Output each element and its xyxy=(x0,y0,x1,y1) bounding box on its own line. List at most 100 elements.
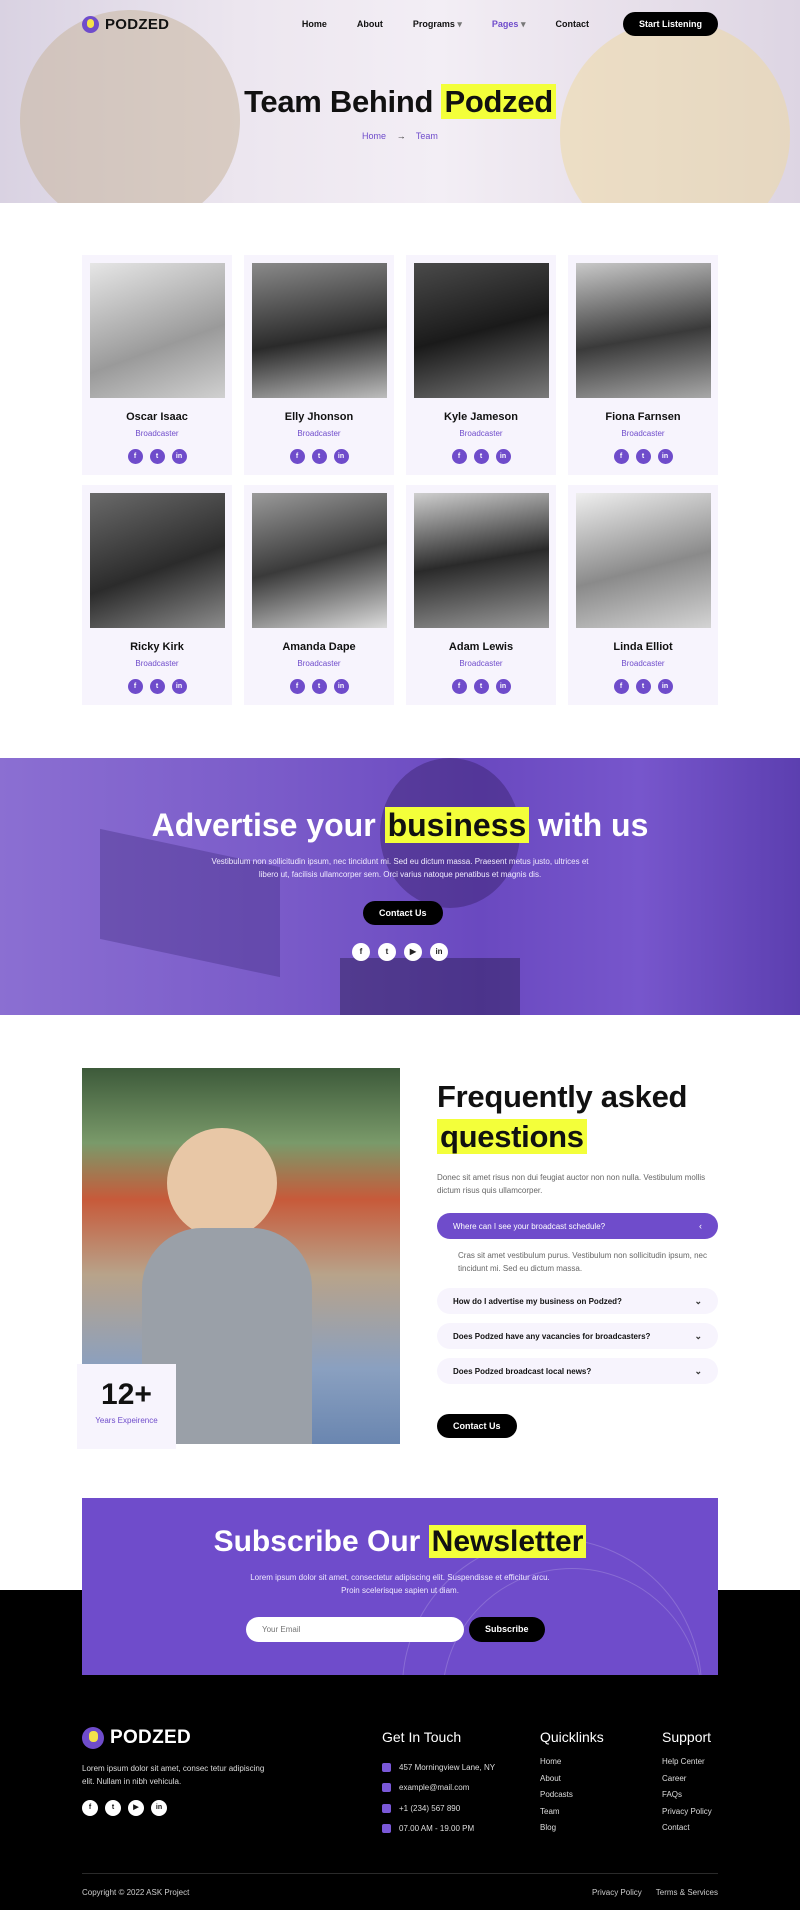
facebook-icon[interactable]: f xyxy=(82,1800,98,1816)
footer-link-about[interactable]: About xyxy=(540,1774,604,1791)
nav-pages[interactable]: Pages xyxy=(492,19,526,30)
faq-contact-button[interactable]: Contact Us xyxy=(437,1414,517,1438)
facebook-icon[interactable]: f xyxy=(352,943,370,961)
member-name: Oscar Isaac xyxy=(126,411,188,423)
linkedin-icon[interactable]: in xyxy=(495,679,511,694)
twitter-icon[interactable]: t xyxy=(378,943,396,961)
member-socials: f t in xyxy=(244,679,394,694)
email-item[interactable]: example@mail.com xyxy=(382,1778,495,1799)
phone-icon xyxy=(382,1803,391,1813)
page-title-highlight: Podzed xyxy=(441,84,556,119)
faq-item[interactable]: How do I advertise my business on Podzed… xyxy=(437,1288,718,1314)
linkedin-icon[interactable]: in xyxy=(333,679,349,694)
experience-number: 12+ xyxy=(101,1378,152,1411)
linkedin-icon[interactable]: in xyxy=(171,449,187,464)
twitter-icon[interactable]: t xyxy=(149,449,165,464)
breadcrumb-home[interactable]: Home xyxy=(362,131,386,141)
member-photo xyxy=(414,493,549,628)
faq-title: Frequently asked questions xyxy=(437,1077,718,1157)
nav-about[interactable]: About xyxy=(357,19,383,30)
start-listening-button[interactable]: Start Listening xyxy=(622,12,718,36)
linkedin-icon[interactable]: in xyxy=(171,679,187,694)
team-card: Kyle Jameson Broadcaster f t in xyxy=(406,255,556,475)
newsletter-title: Subscribe Our Newsletter xyxy=(82,1525,718,1559)
contact-us-button[interactable]: Contact Us xyxy=(363,901,443,925)
faq-question: How do I advertise my business on Podzed… xyxy=(453,1296,622,1306)
logo[interactable]: PODZED xyxy=(82,15,169,33)
subscribe-button[interactable]: Subscribe xyxy=(469,1617,545,1642)
linkedin-icon[interactable]: in xyxy=(495,449,511,464)
chevron-left-icon: ‹ xyxy=(699,1221,702,1231)
footer-logo[interactable]: PODZED xyxy=(82,1727,191,1749)
faq-item-open[interactable]: Where can I see your broadcast schedule?… xyxy=(437,1213,718,1239)
privacy-policy-link[interactable]: Privacy Policy xyxy=(592,1888,642,1897)
footer-support-title: Support xyxy=(662,1729,712,1745)
footer-link-contact[interactable]: Contact xyxy=(662,1823,712,1840)
footer-link-podcasts[interactable]: Podcasts xyxy=(540,1790,604,1807)
chevron-down-icon: ⌄ xyxy=(694,1295,702,1306)
team-card: Ricky Kirk Broadcaster f t in xyxy=(82,485,232,705)
facebook-icon[interactable]: f xyxy=(289,449,305,464)
footer-link-help-center[interactable]: Help Center xyxy=(662,1757,712,1774)
twitter-icon[interactable]: t xyxy=(473,679,489,694)
arrow-right-icon: → xyxy=(396,131,406,141)
clock-icon xyxy=(382,1824,391,1834)
footer-quicklinks-title: Quicklinks xyxy=(540,1729,604,1745)
twitter-icon[interactable]: t xyxy=(635,679,651,694)
facebook-icon[interactable]: f xyxy=(451,449,467,464)
nav-programs[interactable]: Programs xyxy=(413,19,462,30)
member-photo xyxy=(90,263,225,398)
member-socials: f t in xyxy=(82,449,232,464)
footer-link-blog[interactable]: Blog xyxy=(540,1823,604,1840)
email-text: example@mail.com xyxy=(399,1783,470,1793)
member-name: Linda Elliot xyxy=(613,641,673,653)
twitter-icon[interactable]: t xyxy=(311,449,327,464)
terms-link[interactable]: Terms & Services xyxy=(656,1888,718,1897)
member-role: Broadcaster xyxy=(621,659,665,668)
faq-item[interactable]: Does Podzed have any vacancies for broad… xyxy=(437,1323,718,1349)
member-name: Elly Jhonson xyxy=(284,411,354,423)
email-input[interactable] xyxy=(246,1617,464,1642)
breadcrumb-current: Team xyxy=(415,131,438,141)
chevron-down-icon: ⌄ xyxy=(694,1330,702,1341)
linkedin-icon[interactable]: in xyxy=(430,943,448,961)
member-role: Broadcaster xyxy=(135,429,179,438)
member-socials: f t in xyxy=(82,679,232,694)
advertise-title-highlight: business xyxy=(384,807,530,843)
twitter-icon[interactable]: t xyxy=(311,679,327,694)
faq-lead: Donec sit amet risus non dui feugiat auc… xyxy=(437,1173,706,1195)
nav-contact[interactable]: Contact xyxy=(555,19,589,30)
footer-link-privacy[interactable]: Privacy Policy xyxy=(662,1807,712,1824)
faq-item[interactable]: Does Podzed broadcast local news? ⌄ xyxy=(437,1358,718,1384)
twitter-icon[interactable]: t xyxy=(473,449,489,464)
twitter-icon[interactable]: t xyxy=(635,449,651,464)
footer-link-team[interactable]: Team xyxy=(540,1807,604,1824)
team-card: Elly Jhonson Broadcaster f t in xyxy=(244,255,394,475)
advertise-title: Advertise your business with us xyxy=(0,807,800,844)
facebook-icon[interactable]: f xyxy=(451,679,467,694)
newsletter-title-pre: Subscribe Our xyxy=(213,1525,421,1558)
youtube-icon[interactable]: ▶ xyxy=(404,943,422,961)
linkedin-icon[interactable]: in xyxy=(151,1800,167,1816)
linkedin-icon[interactable]: in xyxy=(657,449,673,464)
experience-badge: 12+ Years Expeirence xyxy=(77,1364,176,1449)
faq-title-highlight: questions xyxy=(437,1119,587,1154)
facebook-icon[interactable]: f xyxy=(289,679,305,694)
facebook-icon[interactable]: f xyxy=(613,449,629,464)
nav-home[interactable]: Home xyxy=(302,19,327,30)
footer-link-faqs[interactable]: FAQs xyxy=(662,1790,712,1807)
footer-link-home[interactable]: Home xyxy=(540,1757,604,1774)
advertise-title-pre: Advertise your xyxy=(151,807,376,843)
facebook-icon[interactable]: f xyxy=(613,679,629,694)
twitter-icon[interactable]: t xyxy=(105,1800,121,1816)
footer-link-career[interactable]: Career xyxy=(662,1774,712,1791)
twitter-icon[interactable]: t xyxy=(149,679,165,694)
youtube-icon[interactable]: ▶ xyxy=(128,1800,144,1816)
linkedin-icon[interactable]: in xyxy=(333,449,349,464)
footer-quicklinks: Quicklinks Home About Podcasts Team Blog xyxy=(540,1729,604,1840)
linkedin-icon[interactable]: in xyxy=(657,679,673,694)
copyright: Copyright © 2022 ASK Project xyxy=(82,1888,190,1897)
facebook-icon[interactable]: f xyxy=(127,449,143,464)
facebook-icon[interactable]: f xyxy=(127,679,143,694)
phone-item[interactable]: +1 (234) 567 890 xyxy=(382,1798,495,1819)
